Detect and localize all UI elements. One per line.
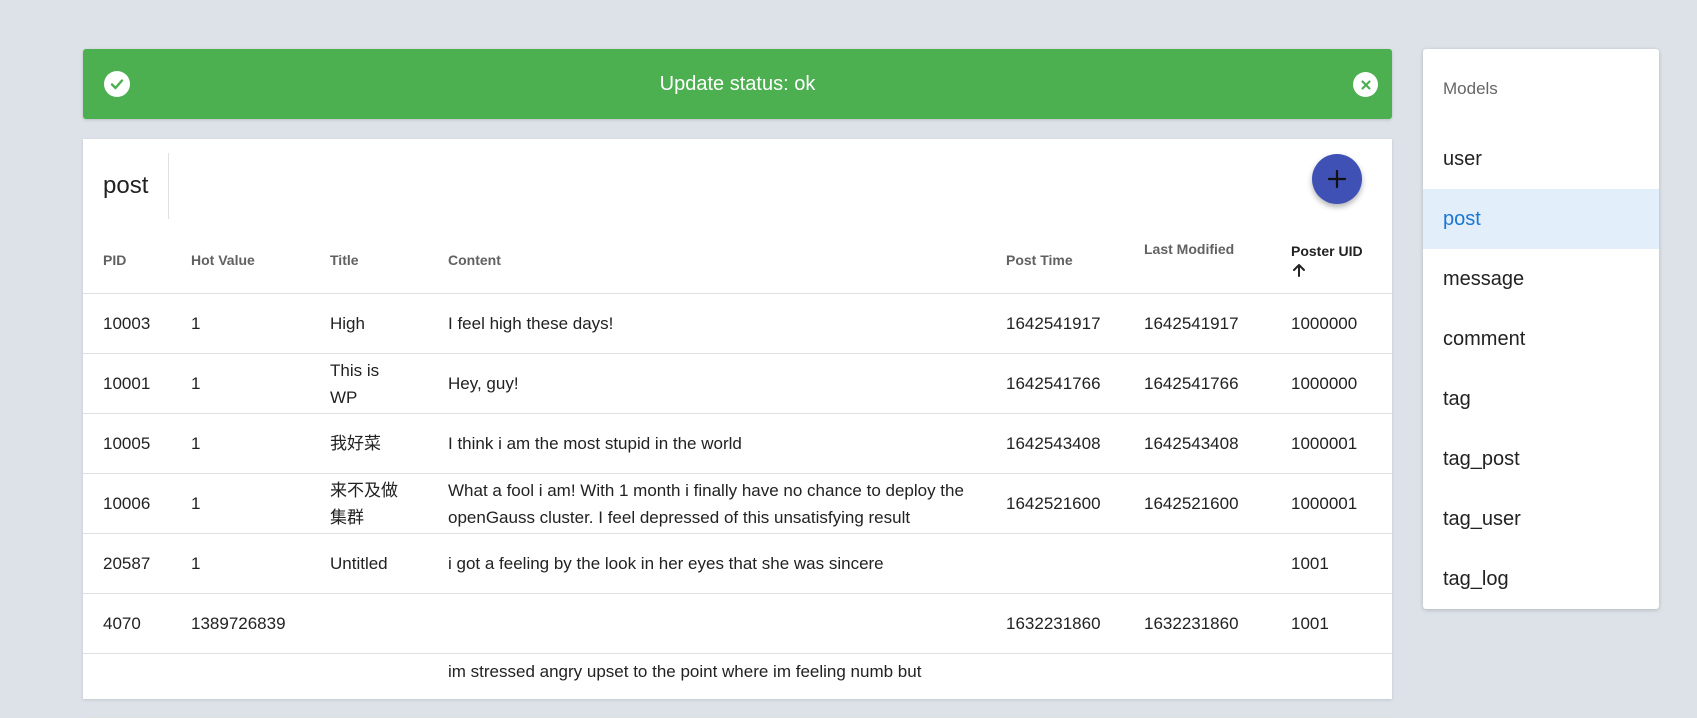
cell-hot-value	[171, 653, 310, 718]
cell-content: I think i am the most stupid in the worl…	[428, 413, 986, 474]
cell-hot-value: 1	[171, 353, 310, 414]
cell-pid: 10001	[83, 353, 171, 414]
cell-pid: 10003	[83, 293, 171, 354]
cell-title: Untitled	[310, 533, 428, 594]
cell-title: High	[310, 293, 428, 354]
cell-last-modified: 1642543408	[1124, 413, 1271, 474]
arrow-up-icon	[1293, 263, 1305, 277]
cell-last-modified	[1124, 533, 1271, 594]
close-icon	[1360, 79, 1371, 90]
close-alert-button[interactable]	[1353, 72, 1378, 97]
cell-post-time	[986, 533, 1124, 594]
cell-hot-value: 1	[171, 533, 310, 594]
cell-title: 我好菜	[310, 413, 428, 474]
table-title: post	[103, 153, 170, 219]
column-header-last-modified[interactable]: Last Modified	[1124, 227, 1271, 294]
cell-pid	[83, 653, 171, 718]
data-table: PID Hot Value Title Content Post Time La…	[83, 227, 1392, 718]
cell-poster-uid	[1271, 653, 1392, 718]
sidebar-item-tag-user[interactable]: tag_user	[1423, 489, 1659, 549]
column-header-hot-value[interactable]: Hot Value	[171, 227, 310, 294]
column-header-pid[interactable]: PID	[83, 227, 171, 294]
cell-post-time: 1642543408	[986, 413, 1124, 474]
column-header-post-time[interactable]: Post Time	[986, 227, 1124, 294]
status-alert: Update status: ok	[83, 49, 1392, 119]
cell-poster-uid: 1000001	[1271, 413, 1392, 474]
cell-last-modified: 1642541917	[1124, 293, 1271, 354]
sidebar-item-user[interactable]: user	[1423, 129, 1659, 189]
cell-post-time: 1642521600	[986, 473, 1124, 534]
cell-content: i got a feeling by the look in her eyes …	[428, 533, 986, 594]
cell-poster-uid: 1001	[1271, 593, 1392, 654]
sidebar-item-tag-post[interactable]: tag_post	[1423, 429, 1659, 489]
cell-last-modified: 1642541766	[1124, 353, 1271, 414]
sidebar-item-message[interactable]: message	[1423, 249, 1659, 309]
cell-pid: 20587	[83, 533, 171, 594]
cell-title	[310, 653, 428, 718]
table-header-row: PID Hot Value Title Content Post Time La…	[83, 227, 1392, 294]
cell-hot-value: 1	[171, 293, 310, 354]
cell-content: Hey, guy!	[428, 353, 986, 414]
sidebar-header: Models	[1443, 79, 1498, 98]
cell-content: What a fool i am! With 1 month i finally…	[428, 473, 986, 534]
models-sidebar: Models user post message comment tag tag…	[1423, 49, 1659, 609]
table-row[interactable]: 20587 1 Untitled i got a feeling by the …	[83, 533, 1392, 594]
cell-pid: 10005	[83, 413, 171, 474]
table-row[interactable]: 4070 1389726839 1632231860 1632231860 10…	[83, 593, 1392, 654]
cell-post-time: 1632231860	[986, 593, 1124, 654]
cell-title: 来不及做集群	[310, 473, 428, 534]
cell-pid: 4070	[83, 593, 171, 654]
column-header-title[interactable]: Title	[310, 227, 428, 294]
sidebar-item-tag-log[interactable]: tag_log	[1423, 549, 1659, 609]
cell-post-time: 1642541766	[986, 353, 1124, 414]
cell-poster-uid: 1000000	[1271, 353, 1392, 414]
column-header-poster-uid[interactable]: Poster UID	[1271, 227, 1392, 294]
cell-poster-uid: 1001	[1271, 533, 1392, 594]
cell-poster-uid: 1000001	[1271, 473, 1392, 534]
cell-hot-value: 1	[171, 413, 310, 474]
table-row[interactable]: 10005 1 我好菜 I think i am the most stupid…	[83, 413, 1392, 474]
table-row[interactable]: 10006 1 来不及做集群 What a fool i am! With 1 …	[83, 473, 1392, 534]
table-row[interactable]: im stressed angry upset to the point whe…	[83, 653, 1392, 718]
plus-icon	[1327, 169, 1347, 189]
table-row[interactable]: 10001 1 This is WP Hey, guy! 1642541766 …	[83, 353, 1392, 414]
cell-last-modified: 1642521600	[1124, 473, 1271, 534]
cell-last-modified	[1124, 653, 1271, 718]
add-record-button[interactable]	[1312, 154, 1362, 204]
sidebar-item-comment[interactable]: comment	[1423, 309, 1659, 369]
cell-hot-value: 1	[171, 473, 310, 534]
cell-content: im stressed angry upset to the point whe…	[428, 653, 986, 718]
cell-post-time	[986, 653, 1124, 718]
cell-title	[310, 593, 428, 654]
sidebar-item-tag[interactable]: tag	[1423, 369, 1659, 429]
main-column: Update status: ok post PID Hot Value Tit…	[83, 49, 1392, 718]
alert-message: Update status: ok	[659, 73, 816, 95]
cell-content: I feel high these days!	[428, 293, 986, 354]
cell-title: This is WP	[310, 353, 428, 414]
sidebar-item-post[interactable]: post	[1423, 189, 1659, 249]
column-header-content[interactable]: Content	[428, 227, 986, 294]
cell-hot-value: 1389726839	[171, 593, 310, 654]
cell-last-modified: 1632231860	[1124, 593, 1271, 654]
table-card: post PID Hot Value Title Content Post Ti…	[83, 139, 1392, 718]
cell-pid: 10006	[83, 473, 171, 534]
cell-post-time: 1642541917	[986, 293, 1124, 354]
cell-content	[428, 593, 986, 654]
cell-poster-uid: 1000000	[1271, 293, 1392, 354]
table-row[interactable]: 10003 1 High I feel high these days! 164…	[83, 293, 1392, 354]
